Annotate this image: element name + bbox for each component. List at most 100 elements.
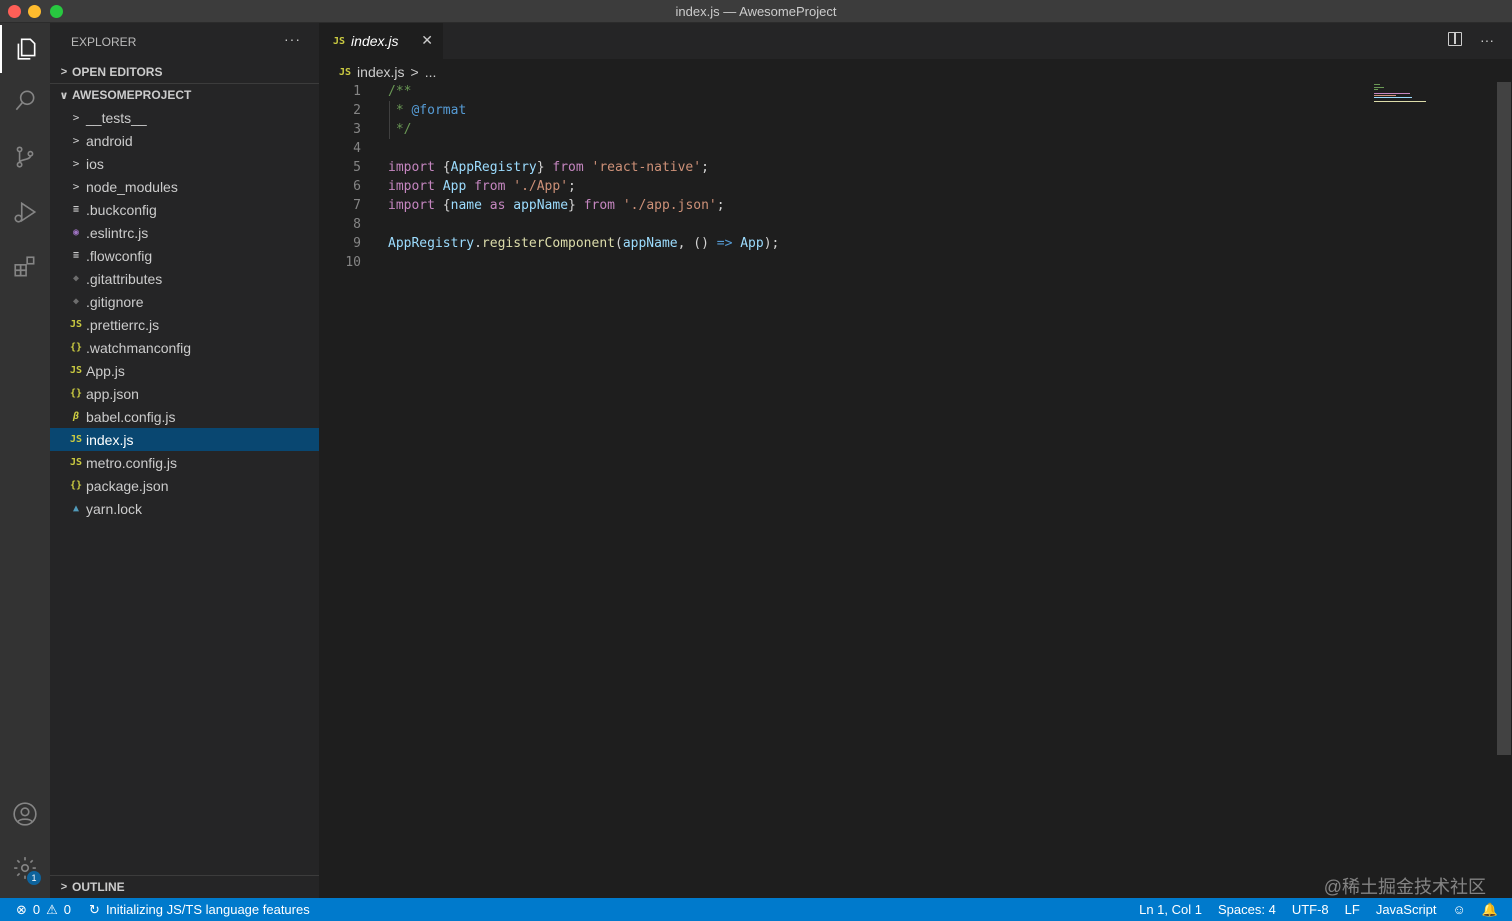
more-actions-icon[interactable]: ··· <box>284 31 301 47</box>
file-tree-item[interactable]: ≡ .flowconfig <box>50 244 319 267</box>
line-number: 7 <box>353 198 361 213</box>
folder-chevron-icon: > <box>72 111 80 124</box>
split-editor-icon[interactable] <box>1448 32 1462 46</box>
source-control-activity-button[interactable] <box>0 133 50 181</box>
eslint-file-icon: ◉ <box>72 227 80 238</box>
minimap-line <box>1374 84 1380 85</box>
file-tree-item-label: package.json <box>86 477 169 494</box>
cursor-position[interactable]: Ln 1, Col 1 <box>1139 902 1202 917</box>
file-tree-item-label: .gitattributes <box>86 270 163 287</box>
editor-scrollbar[interactable] <box>1497 82 1511 755</box>
code-token: import <box>388 160 435 175</box>
code-token: import <box>388 179 435 194</box>
task-status[interactable]: Initializing JS/TS language features <box>106 902 310 917</box>
close-icon[interactable]: ✕ <box>421 32 433 49</box>
file-tree-item[interactable]: > ios <box>50 152 319 175</box>
code-token: ; <box>568 179 576 194</box>
watermark: @稀土掘金技术社区 <box>1323 877 1486 897</box>
code-line: 3 */ <box>319 120 1489 139</box>
json-file-icon: {} <box>69 388 83 399</box>
code-line: 10 <box>319 253 1489 272</box>
file-tree-item-label: __tests__ <box>86 109 147 126</box>
breadcrumb-file[interactable]: index.js <box>357 64 404 80</box>
file-tree-item-label: babel.config.js <box>86 408 176 425</box>
feedback-icon[interactable]: ☺ <box>1453 902 1466 917</box>
file-tree-item-label: metro.config.js <box>86 454 178 471</box>
file-tree-item[interactable]: > __tests__ <box>50 106 319 129</box>
extensions-activity-button[interactable] <box>0 243 50 291</box>
minimap[interactable] <box>1374 84 1434 104</box>
code-token: name <box>450 198 482 213</box>
file-tree-item[interactable]: ◆ .gitattributes <box>50 267 319 290</box>
code-token: AppRegistry <box>388 236 475 251</box>
title-bar: index.js — AwesomeProject <box>0 0 1512 23</box>
code-line: 1 /** <box>319 82 1489 101</box>
file-tree-item-label: app.json <box>86 385 139 402</box>
file-tree-item[interactable]: ▲ yarn.lock <box>50 497 319 520</box>
file-tree-item[interactable]: {} package.json <box>50 474 319 497</box>
file-tree-item-label: android <box>86 132 133 149</box>
code-token: from <box>583 198 616 213</box>
code-token: './App' <box>513 179 569 194</box>
language-mode[interactable]: JavaScript <box>1376 902 1437 917</box>
manage-activity-button[interactable]: 1 <box>0 844 50 892</box>
run-debug-icon <box>14 201 37 223</box>
file-tree-item-label: .watchmanconfig <box>86 339 192 356</box>
file-tree-item[interactable]: ≡ .buckconfig <box>50 198 319 221</box>
code-token: * <box>388 103 412 118</box>
editor-tab-bar: JS index.js ✕ ··· <box>319 23 1512 59</box>
file-tree-item[interactable]: > android <box>50 129 319 152</box>
end-of-line[interactable]: LF <box>1345 902 1360 917</box>
open-editors-section[interactable]: > OPEN EDITORS <box>50 60 319 83</box>
search-activity-button[interactable] <box>0 77 50 125</box>
file-tree-item[interactable]: JS .prettierrc.js <box>50 313 319 336</box>
outline-section[interactable]: > OUTLINE <box>50 875 319 898</box>
line-number: 8 <box>353 217 361 232</box>
minimap-line <box>1374 93 1410 94</box>
code-editor[interactable]: 1/** 2 * @format 3 */ 4 5 import {AppRegi… <box>319 82 1489 898</box>
source-control-icon <box>16 146 34 168</box>
indentation[interactable]: Spaces: 4 <box>1218 902 1276 917</box>
line-number: 1 <box>353 84 361 99</box>
chevron-right-icon: > <box>60 65 68 78</box>
code-token: ( <box>614 236 623 251</box>
file-tree-item[interactable]: JS App.js <box>50 359 319 382</box>
warning-count[interactable]: 0 <box>64 902 71 917</box>
file-tree-item[interactable]: {} app.json <box>50 382 319 405</box>
code-token: @format <box>411 103 467 118</box>
project-section[interactable]: ∨ AWESOMEPROJECT <box>50 83 319 106</box>
js-file-icon: JS <box>339 66 352 78</box>
folder-chevron-icon: > <box>72 134 80 147</box>
file-tree-item[interactable]: ◉ .eslintrc.js <box>50 221 319 244</box>
settings-update-badge: 1 <box>27 871 41 885</box>
explorer-activity-button[interactable] <box>0 25 50 73</box>
window-title: index.js — AwesomeProject <box>675 4 837 19</box>
file-tree-item[interactable]: {} .watchmanconfig <box>50 336 319 359</box>
error-count[interactable]: 0 <box>33 902 40 917</box>
file-tree-item[interactable]: β babel.config.js <box>50 405 319 428</box>
more-actions-icon[interactable]: ··· <box>1480 32 1494 48</box>
code-token: /** <box>388 84 412 99</box>
bell-icon[interactable]: 🔔 <box>1482 902 1498 918</box>
file-tree-item[interactable]: ◆ .gitignore <box>50 290 319 313</box>
config-file-icon: ≡ <box>72 204 80 215</box>
minimap-line <box>1374 87 1384 88</box>
file-tree-item[interactable]: > node_modules <box>50 175 319 198</box>
run-debug-activity-button[interactable] <box>0 188 50 236</box>
tab-index-js[interactable]: JS index.js ✕ <box>319 23 443 59</box>
account-icon <box>13 802 37 826</box>
js-file-icon: JS <box>69 457 83 468</box>
line-number: 4 <box>353 141 361 156</box>
yarn-file-icon: ▲ <box>72 503 80 514</box>
encoding[interactable]: UTF-8 <box>1292 902 1329 917</box>
folder-chevron-icon: > <box>72 180 80 193</box>
editor-actions: ··· <box>1448 32 1494 48</box>
line-number: 10 <box>345 255 361 270</box>
breadcrumb-more[interactable]: ... <box>425 64 437 80</box>
code-token: registerComponent <box>481 236 615 251</box>
accounts-activity-button[interactable] <box>0 790 50 838</box>
file-tree-item[interactable]: JS index.js <box>50 428 319 451</box>
file-tree-item-label: .buckconfig <box>86 201 157 218</box>
file-tree-item-label: ios <box>86 155 104 172</box>
file-tree-item[interactable]: JS metro.config.js <box>50 451 319 474</box>
